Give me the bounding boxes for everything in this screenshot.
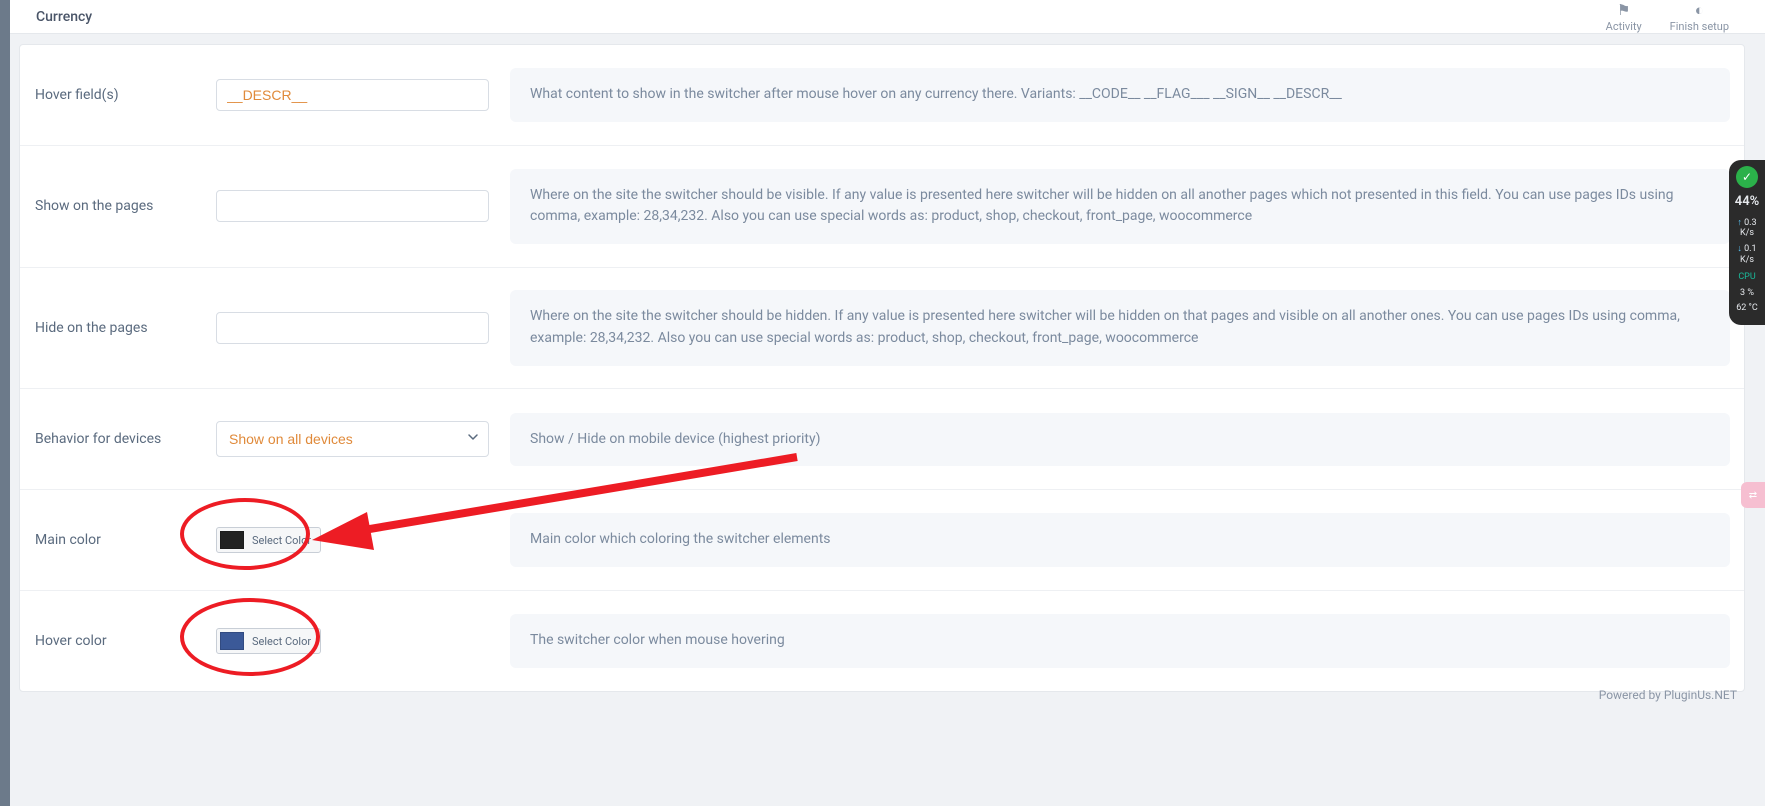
desc-main-color: Main color which coloring the switcher e… <box>510 513 1730 567</box>
hover-color-picker[interactable]: Select Color <box>216 628 321 654</box>
label-hover-fields: Hover field(s) <box>20 87 216 103</box>
main-color-swatch <box>220 531 244 549</box>
row-hide-pages: Hide on the pages Where on the site the … <box>20 268 1744 390</box>
row-behavior: Behavior for devices Show on all devices… <box>20 389 1744 490</box>
activity-label: Activity <box>1606 20 1642 33</box>
show-pages-input[interactable] <box>216 190 489 222</box>
row-show-pages: Show on the pages Where on the site the … <box>20 146 1744 268</box>
finish-setup-label: Finish setup <box>1670 20 1729 33</box>
hover-color-swatch <box>220 632 244 650</box>
sys-cpu-pct: 3 % <box>1729 288 1765 299</box>
sys-percent: 44% <box>1729 194 1765 210</box>
sys-download: ↓ 0.1K/s <box>1729 244 1765 266</box>
sys-cpu-label: CPU <box>1729 272 1765 283</box>
row-hover-fields: Hover field(s) What content to show in t… <box>20 45 1744 146</box>
admin-top-bar: Currency ⚑ Activity ◐ Finish setup <box>10 0 1765 34</box>
flag-icon: ⚑ <box>1617 1 1630 19</box>
hide-pages-input[interactable] <box>216 312 489 344</box>
row-main-color: Main color Select Color Main color which… <box>20 490 1744 591</box>
label-main-color: Main color <box>20 532 216 548</box>
label-behavior: Behavior for devices <box>20 431 216 447</box>
label-show-pages: Show on the pages <box>20 198 216 214</box>
translate-icon: ⇄ <box>1749 490 1757 501</box>
shield-check-icon: ✓ <box>1736 166 1758 188</box>
behavior-select[interactable]: Show on all devices <box>216 421 489 457</box>
hover-fields-input[interactable] <box>216 79 489 111</box>
desc-hover-fields: What content to show in the switcher aft… <box>510 68 1730 122</box>
sys-upload: ↑ 0.3K/s <box>1729 218 1765 240</box>
contrast-icon: ◐ <box>1695 1 1704 19</box>
activity-button[interactable]: ⚑ Activity <box>1606 1 1642 33</box>
label-hover-color: Hover color <box>20 633 216 649</box>
label-hide-pages: Hide on the pages <box>20 320 216 336</box>
desc-hover-color: The switcher color when mouse hovering <box>510 614 1730 668</box>
page-title: Currency <box>36 9 92 25</box>
desc-show-pages: Where on the site the switcher should be… <box>510 169 1730 244</box>
sys-temp: 62 °C <box>1729 303 1765 314</box>
system-monitor-widget[interactable]: ✓ 44% ↑ 0.3K/s ↓ 0.1K/s CPU 3 % 62 °C <box>1729 160 1765 325</box>
desc-behavior: Show / Hide on mobile device (highest pr… <box>510 413 1730 467</box>
main-color-picker[interactable]: Select Color <box>216 527 321 553</box>
desc-hide-pages: Where on the site the switcher should be… <box>510 290 1730 365</box>
wp-admin-bar-strip <box>0 0 10 806</box>
top-actions: ⚑ Activity ◐ Finish setup <box>1606 1 1729 33</box>
main-color-button-label: Select Color <box>250 534 317 547</box>
hover-color-button-label: Select Color <box>250 635 317 648</box>
row-hover-color: Hover color Select Color The switcher co… <box>20 591 1744 691</box>
footer-powered-by: Powered by PluginUs.NET <box>1599 688 1737 702</box>
finish-setup-button[interactable]: ◐ Finish setup <box>1670 1 1729 33</box>
floating-tab[interactable]: ⇄ <box>1741 482 1765 508</box>
settings-panel: Hover field(s) What content to show in t… <box>19 44 1745 692</box>
